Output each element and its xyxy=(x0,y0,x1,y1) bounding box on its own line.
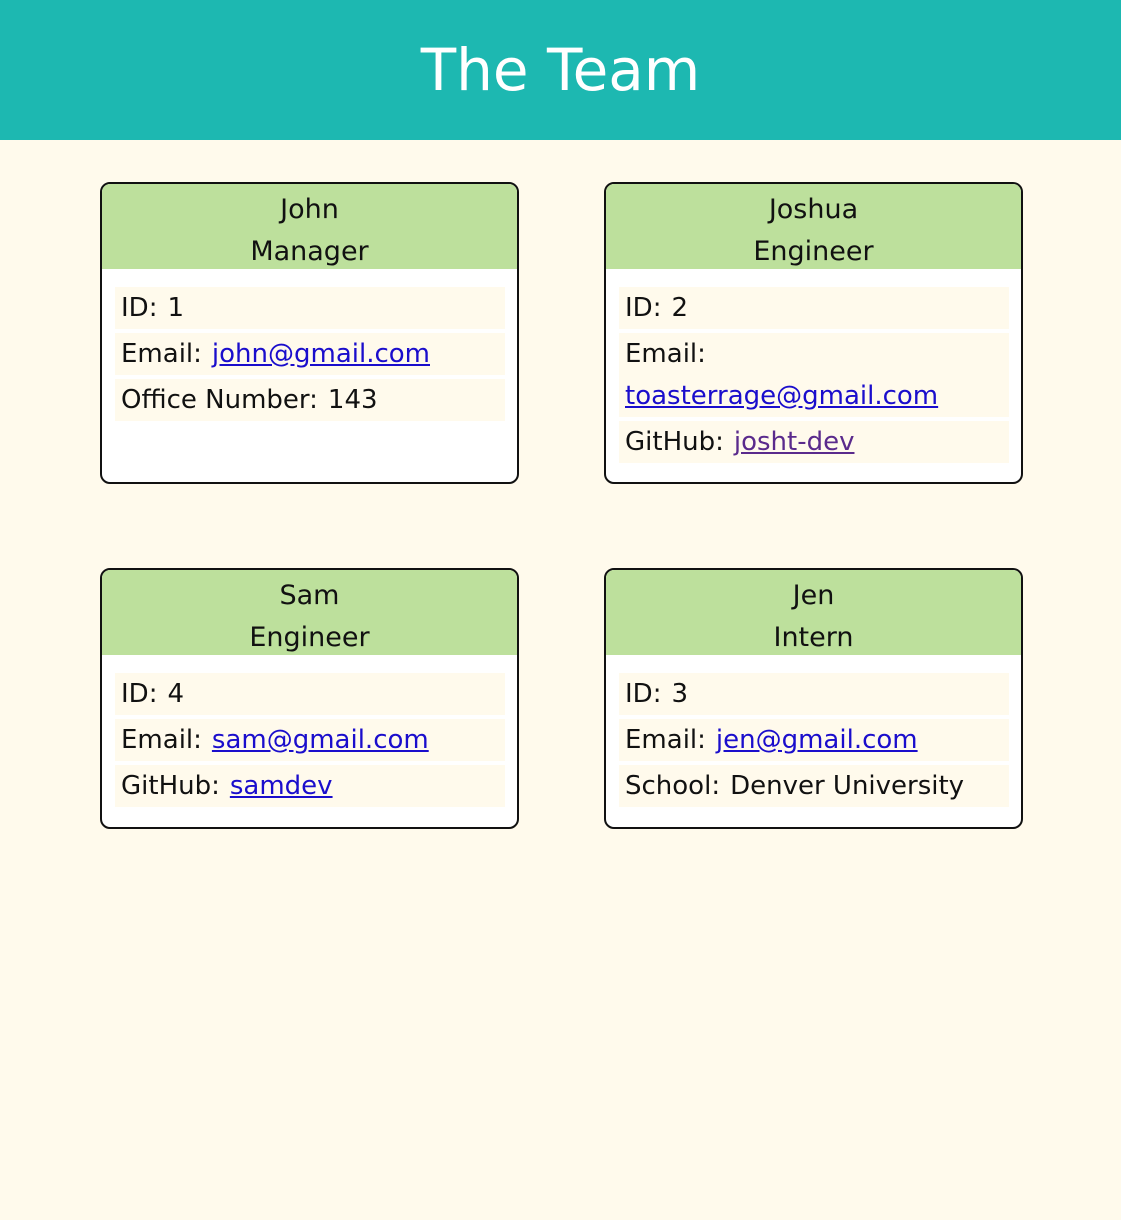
card-body: ID: 2 Email: toasterrage@gmail.com GitHub:… xyxy=(606,269,1021,463)
card-body: ID: 4 Email: sam@gmail.com GitHub: samdev xyxy=(102,655,517,807)
email-link[interactable]: john@gmail.com xyxy=(212,339,430,369)
employee-role: Engineer xyxy=(249,622,370,653)
employee-name: Sam xyxy=(279,580,340,611)
email-link[interactable]: toasterrage@gmail.com xyxy=(625,381,938,411)
card-header: Joshua Engineer xyxy=(606,184,1021,269)
page-header: The Team xyxy=(0,0,1121,140)
id-row: ID: 2 xyxy=(619,287,1009,329)
github-label: GitHub: xyxy=(121,771,220,801)
email-link[interactable]: sam@gmail.com xyxy=(212,725,429,755)
id-value: 3 xyxy=(671,679,688,709)
email-row: Email: jen@gmail.com xyxy=(619,719,1009,761)
id-value: 4 xyxy=(167,679,184,709)
id-label: ID: xyxy=(625,293,662,323)
employee-role: Intern xyxy=(773,622,854,653)
email-row: Email: sam@gmail.com xyxy=(115,719,505,761)
employee-card-sam: Sam Engineer ID: 4 Email: sam@gmail.com Gi… xyxy=(100,568,519,829)
github-link[interactable]: samdev xyxy=(230,771,333,801)
github-link[interactable]: josht-dev xyxy=(734,427,855,457)
github-row: GitHub: samdev xyxy=(115,765,505,807)
employee-role: Engineer xyxy=(753,236,874,267)
id-label: ID: xyxy=(121,679,158,709)
email-row: Email: john@gmail.com xyxy=(115,333,505,375)
school-value: Denver University xyxy=(730,771,965,801)
email-label: Email: xyxy=(121,725,202,755)
id-label: ID: xyxy=(121,293,158,323)
office-number-value: 143 xyxy=(327,385,378,415)
email-link[interactable]: jen@gmail.com xyxy=(716,725,918,755)
employee-name: Jen xyxy=(792,580,835,611)
id-row: ID: 3 xyxy=(619,673,1009,715)
employee-card-john: John Manager ID: 1 Email: john@gmail.com O… xyxy=(100,182,519,484)
card-header: Jen Intern xyxy=(606,570,1021,655)
email-row: Email: toasterrage@gmail.com xyxy=(619,333,1009,417)
employee-role: Manager xyxy=(250,236,369,267)
office-number-row: Office Number: 143 xyxy=(115,379,505,421)
employee-name: John xyxy=(280,194,339,225)
id-row: ID: 4 xyxy=(115,673,505,715)
email-label: Email: xyxy=(121,339,202,369)
page-title: The Team xyxy=(420,36,701,104)
employee-name: Joshua xyxy=(768,194,859,225)
school-row: School: Denver University xyxy=(619,765,1009,807)
card-body: ID: 1 Email: john@gmail.com Office Number:… xyxy=(102,269,517,421)
card-body: ID: 3 Email: jen@gmail.com School: Denver U… xyxy=(606,655,1021,807)
github-label: GitHub: xyxy=(625,427,724,457)
office-number-label: Office Number: xyxy=(121,385,318,415)
school-label: School: xyxy=(625,771,721,801)
email-label: Email: xyxy=(625,339,706,369)
card-header: John Manager xyxy=(102,184,517,269)
employee-card-jen: Jen Intern ID: 3 Email: jen@gmail.com Scho… xyxy=(604,568,1023,829)
id-value: 1 xyxy=(167,293,184,323)
card-header: Sam Engineer xyxy=(102,570,517,655)
email-label: Email: xyxy=(625,725,706,755)
github-row: GitHub: josht-dev xyxy=(619,421,1009,463)
employee-card-joshua: Joshua Engineer ID: 2 Email: toasterrage@g… xyxy=(604,182,1023,484)
id-label: ID: xyxy=(625,679,662,709)
id-value: 2 xyxy=(671,293,688,323)
id-row: ID: 1 xyxy=(115,287,505,329)
